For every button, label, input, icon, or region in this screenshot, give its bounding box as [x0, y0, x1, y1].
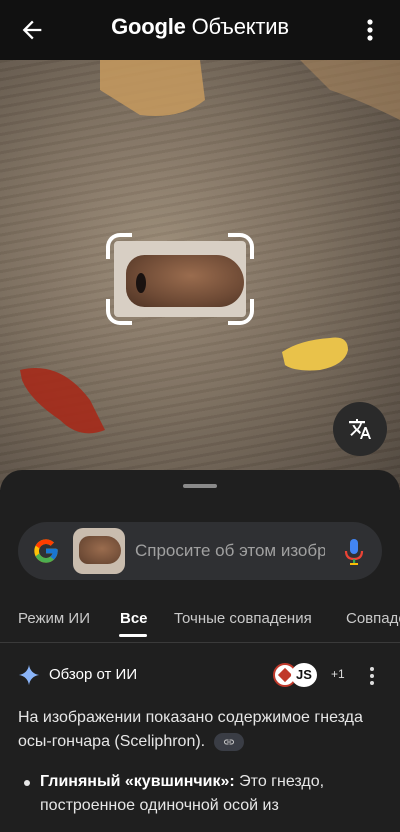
- results-bottom-sheet: Спросите об этом изображении Режим ИИ Вс…: [0, 470, 400, 832]
- ai-overview-title: Обзор от ИИ: [49, 666, 138, 683]
- title-product: Объектив: [191, 14, 289, 39]
- camera-image[interactable]: [0, 60, 400, 490]
- bullet-text: Глиняный «кувшинчик»: Это гнездо, постро…: [40, 770, 378, 818]
- tab-matches[interactable]: Совпадения: [346, 610, 400, 627]
- search-input[interactable]: Спросите об этом изображении: [135, 541, 325, 561]
- sheet-drag-handle[interactable]: [183, 484, 217, 488]
- ai-spark-icon: [18, 664, 40, 686]
- summary-text: На изображении показано содержимое гнезд…: [18, 709, 363, 750]
- query-thumbnail[interactable]: [73, 528, 125, 574]
- source-favicons[interactable]: JS: [273, 663, 327, 687]
- crop-selection-frame[interactable]: [106, 233, 254, 325]
- google-g-icon: [34, 539, 58, 563]
- translate-button[interactable]: [333, 402, 387, 456]
- bullet-bold: Глиняный «кувшинчик»:: [40, 773, 235, 790]
- more-vert-icon[interactable]: [366, 664, 378, 688]
- bullet-dot: [24, 780, 30, 786]
- more-sources-count[interactable]: +1: [331, 667, 345, 681]
- citation-link-button[interactable]: [213, 732, 244, 751]
- crop-handle-top-right[interactable]: [228, 233, 254, 259]
- crop-handle-top-left[interactable]: [106, 233, 132, 259]
- crop-handle-bottom-left[interactable]: [106, 299, 132, 325]
- crop-handle-bottom-right[interactable]: [228, 299, 254, 325]
- ai-overview-summary: На изображении показано содержимое гнезд…: [18, 706, 378, 754]
- tab-exact-matches[interactable]: Точные совпадения: [174, 610, 312, 627]
- tabs-divider: [0, 642, 400, 643]
- overflow-menu-button[interactable]: [358, 16, 382, 44]
- tab-all[interactable]: Все: [120, 610, 148, 627]
- ai-overview-header: Обзор от ИИ JS +1: [18, 662, 382, 690]
- more-vert-icon: [367, 19, 373, 41]
- active-tab-indicator: [119, 634, 147, 637]
- top-app-bar: Google Объектив: [0, 0, 400, 60]
- source-favicon-2: JS: [291, 663, 317, 687]
- link-icon: [223, 739, 234, 745]
- search-bar[interactable]: Спросите об этом изображении: [18, 522, 382, 580]
- wasp-nest-image: [126, 255, 244, 307]
- translate-icon: [349, 419, 371, 439]
- microphone-icon[interactable]: [344, 538, 364, 566]
- result-tabs: Режим ИИ Все Точные совпадения Совпадени…: [0, 604, 400, 640]
- app-title: Google Объектив: [0, 14, 400, 40]
- tab-ai-mode[interactable]: Режим ИИ: [18, 610, 90, 627]
- title-brand: Google: [111, 14, 186, 39]
- selected-region: [114, 241, 246, 317]
